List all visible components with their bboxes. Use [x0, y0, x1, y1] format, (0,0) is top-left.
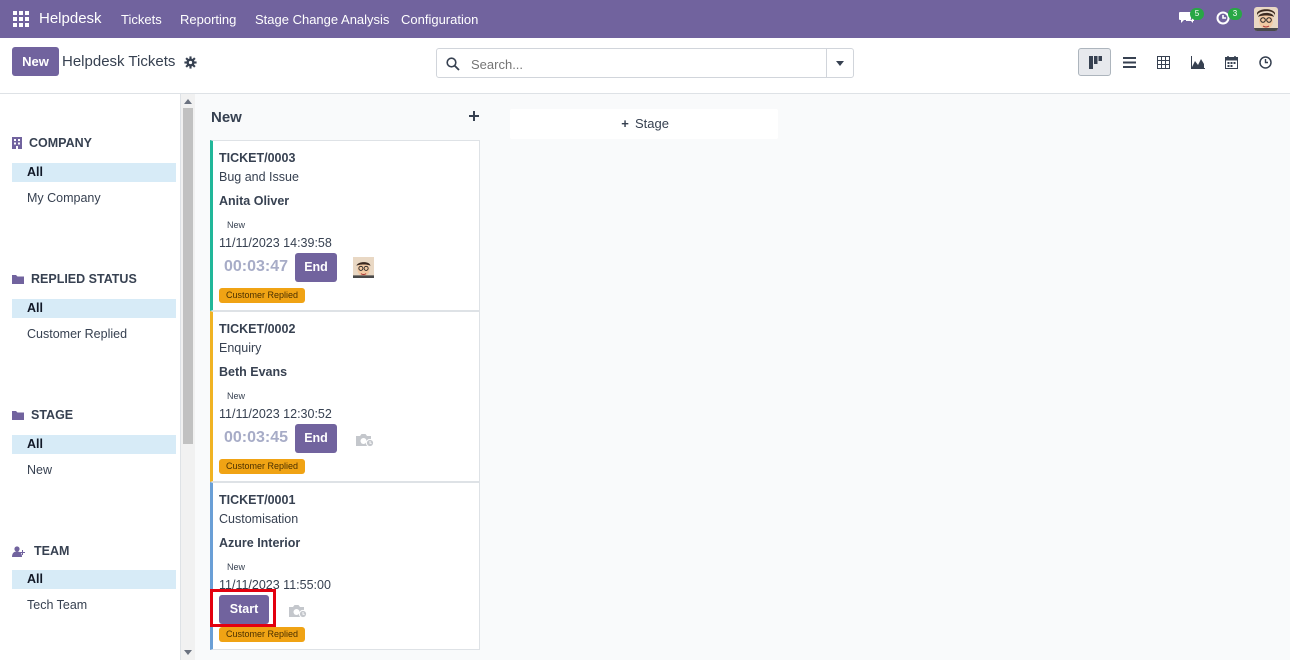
ticket-name: Customisation: [219, 512, 299, 526]
scroll-up-arrow-icon[interactable]: [184, 99, 192, 104]
view-calendar-button[interactable]: [1214, 48, 1247, 76]
menu-stage-change-analysis[interactable]: Stage Change Analysis: [255, 12, 389, 27]
section-title-text: COMPANY: [29, 136, 92, 150]
plus-icon: +: [621, 116, 629, 131]
page-title: Helpdesk Tickets: [62, 53, 176, 70]
search-bar: [436, 48, 854, 78]
ticket-name: Bug and Issue: [219, 170, 299, 184]
column-title: New: [211, 109, 242, 126]
unassigned-avatar-icon[interactable]: [356, 432, 374, 447]
filter-stage-new[interactable]: New: [12, 461, 176, 480]
caret-down-icon: [836, 61, 844, 66]
ticket-number: TICKET/0001: [219, 493, 296, 507]
scroll-down-arrow-icon[interactable]: [184, 650, 192, 655]
ticket-number: TICKET/0003: [219, 151, 296, 165]
search-panel: COMPANY All My Company REPLIED STATUS Al…: [0, 94, 181, 660]
section-title-text: TEAM: [34, 544, 70, 558]
user-avatar[interactable]: [1254, 7, 1278, 31]
top-navbar: Helpdesk Tickets Reporting Stage Change …: [0, 0, 1290, 38]
add-stage-label: Stage: [635, 116, 669, 131]
tag-customer-replied: Customer Replied: [219, 459, 306, 474]
ticket-stage: New: [227, 562, 246, 572]
ticket-number: TICKET/0002: [219, 322, 296, 336]
kanban-icon: [1089, 56, 1102, 69]
section-title-text: STAGE: [31, 408, 74, 422]
unassigned-avatar-icon[interactable]: [289, 603, 307, 618]
control-panel: New Helpdesk Tickets: [0, 38, 1290, 94]
view-graph-button[interactable]: [1180, 48, 1213, 76]
menu-tickets[interactable]: Tickets: [121, 12, 162, 27]
end-button[interactable]: End: [295, 424, 337, 453]
section-team: TEAM: [12, 544, 69, 558]
list-icon: [1123, 57, 1136, 68]
view-list-button[interactable]: [1112, 48, 1145, 76]
gear-icon[interactable]: [184, 56, 197, 69]
search-icon: [446, 57, 460, 71]
menu-configuration[interactable]: Configuration: [401, 12, 478, 27]
pivot-icon: [1157, 56, 1170, 69]
ticket-customer: Azure Interior: [219, 536, 301, 550]
ticket-timer: 00:03:47: [224, 258, 289, 275]
view-activity-button[interactable]: [1248, 48, 1281, 76]
filter-replied-customer-replied[interactable]: Customer Replied: [12, 325, 176, 344]
menu-reporting[interactable]: Reporting: [180, 12, 236, 27]
ticket-customer: Beth Evans: [219, 365, 288, 379]
ticket-card[interactable]: TICKET/0002 Enquiry Beth Evans New 11/11…: [210, 311, 480, 482]
new-button[interactable]: New: [12, 47, 59, 76]
filter-replied-all[interactable]: All: [12, 299, 176, 318]
graph-icon: [1191, 56, 1205, 69]
ticket-stage: New: [227, 391, 246, 401]
activity-icon: [1259, 56, 1272, 69]
ticket-date: 11/11/2023 14:39:58: [219, 236, 332, 250]
messages-badge: 5: [1190, 8, 1204, 20]
filter-company-all[interactable]: All: [12, 163, 176, 182]
building-icon: [12, 137, 22, 149]
filter-team-all[interactable]: All: [12, 570, 176, 589]
section-stage: STAGE: [12, 408, 73, 422]
folder-icon: [12, 411, 24, 420]
ticket-card[interactable]: TICKET/0003 Bug and Issue Anita Oliver N…: [210, 140, 480, 311]
scroll-thumb[interactable]: [183, 108, 193, 444]
users-icon: [12, 545, 25, 557]
ticket-date: 11/11/2023 12:30:52: [219, 407, 332, 421]
filter-company-my-company[interactable]: My Company: [12, 189, 176, 208]
activities-badge: 3: [1228, 8, 1242, 20]
tag-customer-replied: Customer Replied: [219, 627, 306, 642]
tag-customer-replied: Customer Replied: [219, 288, 306, 303]
ticket-timer: 00:03:45: [224, 429, 289, 446]
app-brand[interactable]: Helpdesk: [39, 10, 102, 27]
ticket-name: Enquiry: [219, 341, 262, 355]
view-kanban-button[interactable]: [1078, 48, 1111, 76]
start-button-highlight: [210, 589, 276, 627]
end-button[interactable]: End: [295, 253, 337, 282]
search-options-toggle[interactable]: [826, 49, 853, 77]
search-input[interactable]: [471, 56, 821, 72]
ticket-customer: Anita Oliver: [219, 194, 290, 208]
sidebar-scrollbar[interactable]: [181, 94, 195, 660]
filter-team-tech-team[interactable]: Tech Team: [12, 596, 176, 615]
filter-stage-all[interactable]: All: [12, 435, 176, 454]
assignee-avatar[interactable]: [353, 257, 374, 278]
quick-create-plus-icon[interactable]: [468, 110, 480, 122]
view-pivot-button[interactable]: [1146, 48, 1179, 76]
section-title-text: REPLIED STATUS: [31, 272, 137, 286]
section-replied-status: REPLIED STATUS: [12, 272, 137, 286]
section-company: COMPANY: [12, 136, 92, 150]
add-stage-button[interactable]: + Stage: [510, 109, 778, 139]
folder-icon: [12, 275, 24, 284]
calendar-icon: [1225, 56, 1238, 69]
ticket-stage: New: [227, 220, 246, 230]
apps-menu-icon[interactable]: [13, 11, 29, 27]
